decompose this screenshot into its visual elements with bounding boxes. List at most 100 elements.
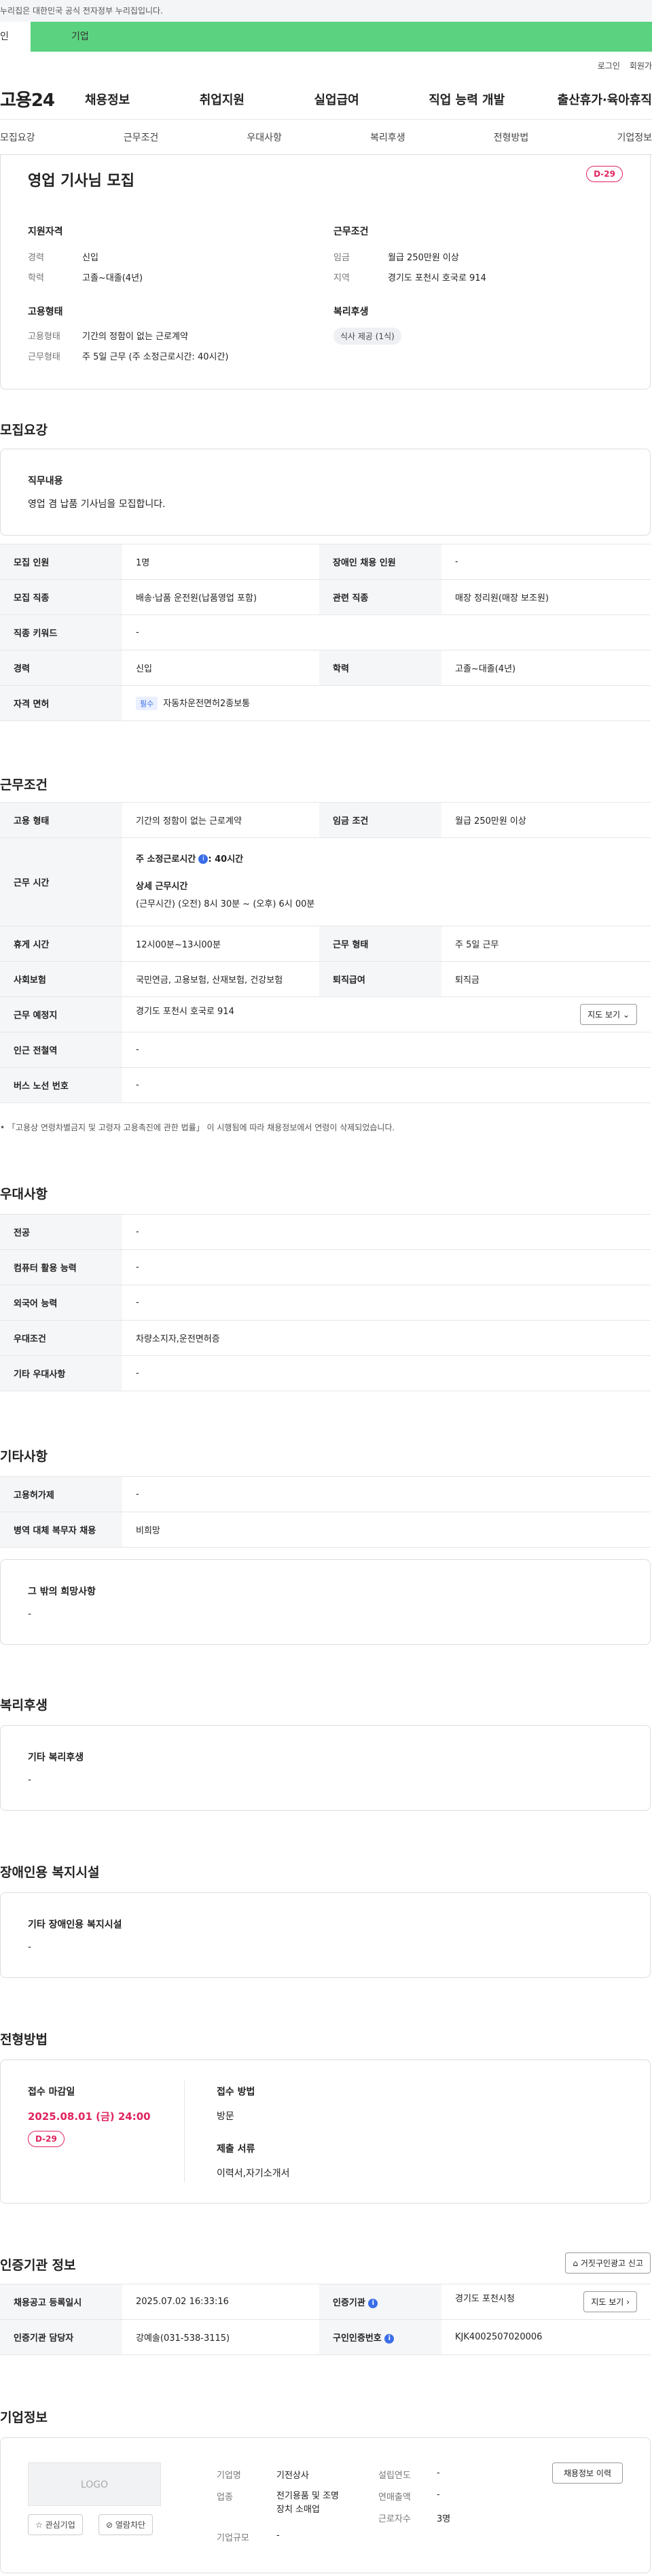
row-value: - <box>122 1355 651 1391</box>
table-row: 버스 노선 번호 - <box>0 1067 651 1103</box>
sales-value: - <box>437 2490 440 2500</box>
row-key: 직종 키워드 <box>0 614 122 650</box>
row-value: 기간의 정함이 없는 근로계약 <box>122 802 319 838</box>
fav-company-button[interactable]: ☆ 관심기업 <box>28 2514 83 2535</box>
row-value: KJK4002507020006 <box>441 2319 651 2355</box>
report-button[interactable]: ⌂ 거짓구인광고 신고 <box>565 2252 651 2274</box>
row-key: 퇴직급여 <box>319 961 441 997</box>
duty-text: 영업 겸 납품 기사님을 모집합니다. <box>28 499 166 510</box>
age-notice: • 「고용상 연령차별금지 및 고령자 고용촉진에 관한 법률」 이 시행됨에 … <box>0 1123 395 1132</box>
work-value: 주 5일 근무 (주 소정근로시간: 40시간) <box>82 352 229 362</box>
row-value: - <box>122 614 651 650</box>
anchor-welfare[interactable]: 복리후생 <box>370 130 405 144</box>
signup-link[interactable]: 회원가 <box>630 60 652 71</box>
anchor-company[interactable]: 기업정보 <box>617 130 652 144</box>
row-value: 배송·납품 운전원(납품영업 포함) <box>122 579 319 615</box>
login-link[interactable]: 로그인 <box>598 60 620 71</box>
row-key: 인증기관 담당자 <box>0 2319 122 2355</box>
row-key: 근무 시간 <box>0 837 122 926</box>
table-row: 경력 신입 학력 고졸~대졸(4년) <box>0 650 651 686</box>
license-value: 자동차운전면허2종보통 <box>163 699 251 709</box>
table-row: 우대조건 차량소지자,운전면허증 <box>0 1320 651 1356</box>
detail-hours-label: 상세 근무시간 <box>136 881 188 892</box>
anchor-process[interactable]: 전형방법 <box>494 130 529 144</box>
row-key: 학력 <box>319 650 441 686</box>
anchor-recruit[interactable]: 모집요강 <box>0 130 35 144</box>
row-key: 장애인 채용 인원 <box>319 544 441 580</box>
weekly-hours-label: 주 소정근로시간 <box>136 854 196 865</box>
docs-value: 이력서,자기소개서 <box>217 2168 290 2179</box>
table-row: 휴게 시간 12시00분~13시00분 근무 형태 주 5일 근무 <box>0 926 651 962</box>
map-button[interactable]: 지도 보기 ⌄ <box>580 1004 637 1025</box>
area-value: 경기도 포천시 호국로 914 <box>388 273 486 283</box>
row-value: - <box>122 1032 651 1068</box>
gnb-item[interactable]: 채용정보 <box>85 90 200 108</box>
block-company-button[interactable]: ⊘ 열람차단 <box>98 2514 153 2535</box>
table-row: 컴퓨터 활용 능력 - <box>0 1249 651 1285</box>
gnb-item[interactable]: 취업지원 <box>200 90 314 108</box>
cond-table: 고용 형태 기간의 정함이 없는 근로계약 임금 조건 월급 250만원 이상 … <box>0 802 651 1103</box>
duty-title: 직무내용 <box>28 476 63 487</box>
row-value: 필수 자동차운전면허2종보통 <box>122 685 651 721</box>
row-key: 우대조건 <box>0 1320 122 1356</box>
required-tag: 필수 <box>136 697 158 710</box>
table-row: 병역 대체 복무자 채용 비희망 <box>0 1512 651 1548</box>
row-key: 컴퓨터 활용 능력 <box>0 1249 122 1285</box>
row-value: 월급 250만원 이상 <box>441 802 651 838</box>
cert-title: 인증기관 정보 <box>0 2258 76 2273</box>
row-key: 인근 전철역 <box>0 1032 122 1068</box>
pref-table: 전공 - 컴퓨터 활용 능력 - 외국어 능력 - 우대조건 차량소지자,운전면허증 기… <box>0 1214 651 1391</box>
job-history-button[interactable]: 채용정보 이력 <box>551 2462 623 2484</box>
place-value: 경기도 포천시 호국로 914 <box>136 1007 234 1017</box>
row-value: 신입 <box>122 650 319 686</box>
table-row: 외국어 능력 - <box>0 1285 651 1321</box>
row-value: - <box>122 1214 651 1250</box>
qual-title: 지원자격 <box>28 226 63 237</box>
etc-box: 그 밖의 희망사항 - <box>0 1559 651 1645</box>
row-value: 2025.07.02 16:33:16 <box>122 2284 319 2320</box>
gnb-item[interactable]: 출산휴가·육아휴직 <box>543 90 652 108</box>
row-value: 1명 <box>122 544 319 580</box>
etc-box-title: 그 밖의 희망사항 <box>28 1586 96 1597</box>
table-row: 근무 예정지 경기도 포천시 호국로 914 지도 보기 ⌄ <box>0 996 651 1032</box>
gnb-item[interactable]: 직업 능력 개발 <box>429 90 543 108</box>
row-key: 모집 직종 <box>0 579 122 615</box>
row-key: 근무 형태 <box>319 926 441 962</box>
site-logo[interactable]: 고용24 <box>0 86 85 111</box>
info-icon[interactable]: i <box>198 854 209 864</box>
size-value: - <box>276 2530 280 2541</box>
welfare-pill: 식사 제공 (1식) <box>333 328 401 345</box>
row-key: 외국어 능력 <box>0 1285 122 1321</box>
disab-title: 장애인용 복지시설 <box>0 1865 100 1880</box>
anchor-preference[interactable]: 우대사항 <box>247 130 282 144</box>
welfare-section-title: 복리후생 <box>0 1698 48 1713</box>
tab-individual[interactable]: 인 <box>0 22 31 52</box>
cert-map-button[interactable]: 지도 보기 › <box>583 2291 637 2312</box>
row-key: 사회보험 <box>0 961 122 997</box>
row-key: 구인인증번호 i <box>319 2319 441 2355</box>
tab-company[interactable]: 기업 <box>31 22 139 52</box>
info-icon[interactable]: i <box>368 2298 378 2308</box>
gov-banner: 누리집은 대한민국 공식 전자정부 누리집입니다. <box>0 0 652 22</box>
anchor-conditions[interactable]: 근무조건 <box>124 130 159 144</box>
industry-value: 전기용품 및 조명 장치 소매업 <box>276 2491 339 2515</box>
row-value: 주 5일 근무 <box>441 926 651 962</box>
welfare-title: 복리후생 <box>333 307 369 317</box>
row-value: 퇴직금 <box>441 961 651 997</box>
welfare-box: 기타 복리후생 - <box>0 1725 651 1811</box>
emp-label: 고용형태 <box>28 332 60 342</box>
global-nav: 고용24 채용정보 취업지원 실업급여 직업 능력 개발 출산휴가·육아휴직 <box>0 79 652 120</box>
table-row: 모집 인원 1명 장애인 채용 인원 - <box>0 544 651 580</box>
job-title: 영업 기사님 모집 <box>28 173 134 190</box>
row-key: 전공 <box>0 1214 122 1250</box>
chevron-down-icon: ⌄ <box>622 1010 630 1020</box>
table-row: 고용허가제 - <box>0 1476 651 1512</box>
wage-value: 월급 250만원 이상 <box>388 253 459 263</box>
row-value: - <box>122 1476 651 1512</box>
gnb-item[interactable]: 실업급여 <box>314 90 429 108</box>
info-icon[interactable]: i <box>384 2333 395 2344</box>
name-label: 기업명 <box>217 2471 241 2481</box>
table-row: 사회보험 국민연금, 고용보험, 산재보험, 건강보험 퇴직급여 퇴직금 <box>0 961 651 997</box>
table-row: 모집 직종 배송·납품 운전원(납품영업 포함) 관련 직종 매장 정리원(매장… <box>0 579 651 615</box>
row-key: 기타 우대사항 <box>0 1355 122 1391</box>
